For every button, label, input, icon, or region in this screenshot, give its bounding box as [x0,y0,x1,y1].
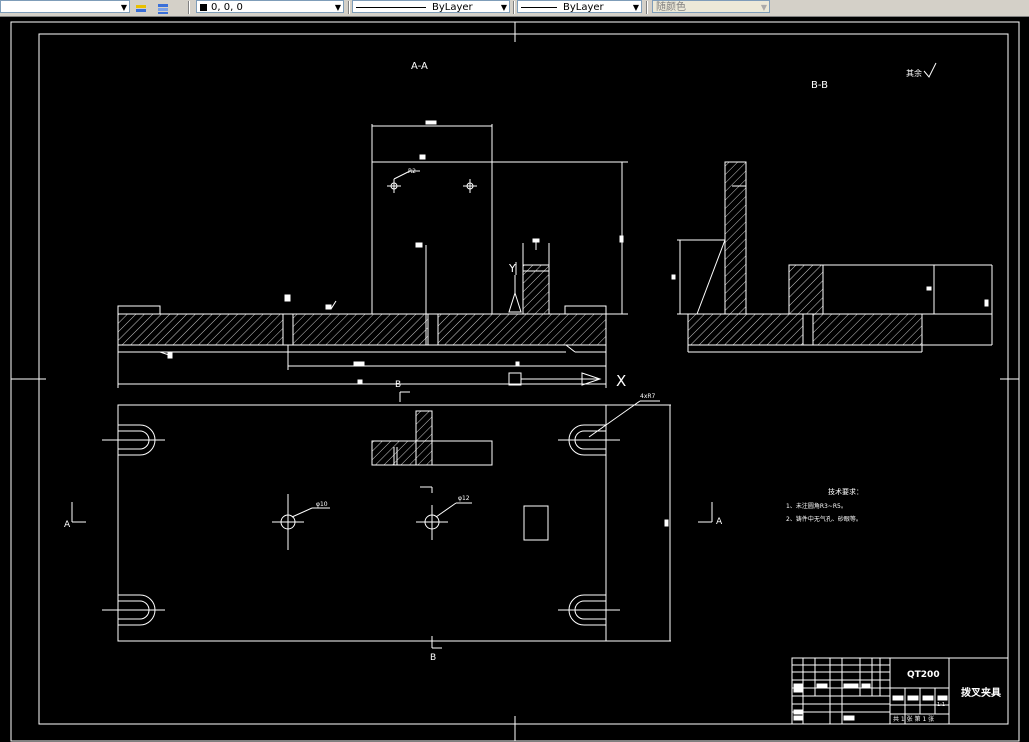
title-block-part-code: QT200 [907,670,940,680]
title-block-part-name: 拨叉夹具 [961,688,1001,699]
section-aa-view [117,120,628,388]
color-swatch-icon [200,3,207,11]
plotstyle-combo[interactable]: 随颜色 ▼ [652,0,770,13]
ucs-x-label: X [616,372,627,390]
linetype-value: ByLayer [432,2,473,13]
toolbar-separator [348,1,350,14]
cut-marker-a-left: A [64,520,71,530]
chevron-down-icon[interactable]: ▼ [121,1,127,12]
color-value: 0, 0, 0 [211,2,243,13]
title-block-scale: 1:1 [937,702,946,708]
layer-combo[interactable]: ▼ [0,0,130,13]
layer-previous-icon[interactable] [134,0,148,13]
lineweight-preview-icon [521,6,557,8]
section-bb-view [671,161,993,353]
ucs-y-label: Y [509,262,516,275]
properties-toolbar: ▼ 0, 0, 0 ▼ ByLayer ▼ ByLayer ▼ 随颜色 ▼ [0,0,1029,17]
chevron-down-icon[interactable]: ▼ [761,1,767,12]
linetype-combo[interactable]: ByLayer ▼ [352,0,510,13]
lineweight-value: ByLayer [563,2,604,13]
chevron-down-icon[interactable]: ▼ [501,1,507,12]
color-combo[interactable]: 0, 0, 0 ▼ [196,0,344,13]
toolbar-separator [513,1,515,14]
dim-4xr7: 4xR7 [640,393,656,400]
cut-marker-b-top: B [395,380,402,390]
plotstyle-value: 随颜色 [656,2,686,13]
section-aa-title: A-A [411,61,428,72]
cut-marker-b-bottom: B [430,653,437,663]
roughness-other-label: 其余 [906,69,922,78]
drawing-canvas[interactable]: A-A B-B 其余 A A B B 4xR7 φ10 φ12 R2 Y X 技… [0,17,1029,742]
tech-req-item-1: 1、未注圆角R3~R5。 [786,503,847,510]
chevron-down-icon[interactable]: ▼ [335,1,341,12]
chevron-down-icon[interactable]: ▼ [633,1,639,12]
linetype-preview-icon [356,6,426,8]
dim-phi12: φ12 [458,495,470,502]
toolbar-separator [188,1,190,14]
plan-view [71,391,713,649]
tech-req-item-2: 2、铸件中无气孔、砂眼等。 [786,516,862,523]
title-block-sheet-info: 共 1 张 第 1 张 [893,716,935,723]
dim-phi10: φ10 [316,501,328,508]
cut-marker-a-right: A [716,517,723,527]
section-bb-title: B-B [811,80,828,91]
roughness-symbol [923,62,937,78]
cad-drawing[interactable] [0,17,1029,742]
dim-r2: R2 [408,168,416,175]
tech-req-title: 技术要求： [828,488,863,496]
layer-states-icon[interactable] [156,0,170,14]
sheet-outer-border [10,21,1020,742]
toolbar-separator [646,1,648,14]
lineweight-combo[interactable]: ByLayer ▼ [517,0,642,13]
